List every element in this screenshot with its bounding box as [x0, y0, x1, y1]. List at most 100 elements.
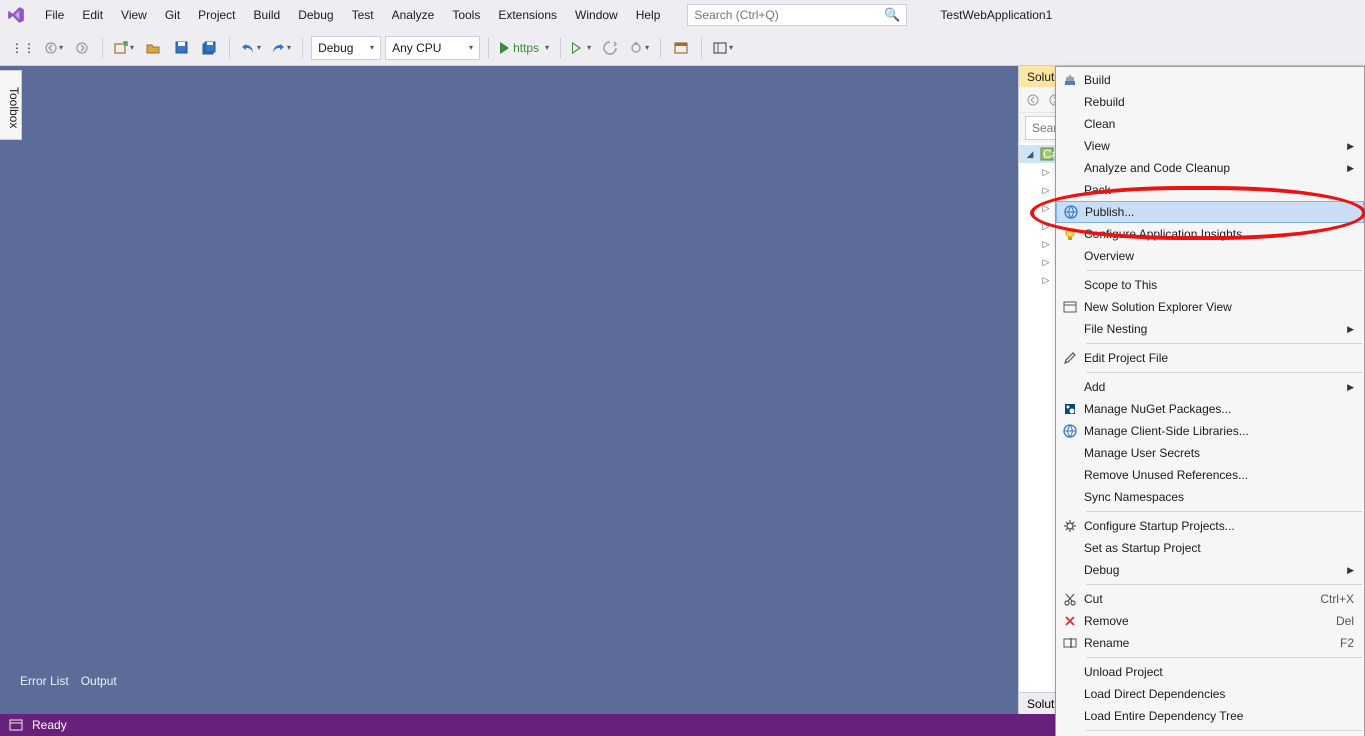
output-pane-icon[interactable]	[8, 717, 24, 733]
build-icon	[1056, 73, 1084, 87]
menu-analyze[interactable]: Analyze	[383, 0, 444, 30]
ctx-publish[interactable]: Publish...	[1056, 201, 1364, 223]
ctx-label: Add	[1084, 380, 1341, 394]
ctx-remove[interactable]: RemoveDel	[1056, 610, 1364, 632]
menu-git[interactable]: Git	[156, 0, 189, 30]
ctx-label: Scope to This	[1084, 278, 1354, 292]
nav-fwd-button[interactable]	[70, 36, 94, 60]
ctx-label: Build	[1084, 73, 1354, 87]
nav-back-icon[interactable]	[1025, 92, 1041, 108]
menu-debug[interactable]: Debug	[289, 0, 342, 30]
toolbox-pane-tab[interactable]: Toolbox	[0, 70, 22, 140]
solution-title-segment[interactable]: TestWebApplication1	[932, 4, 1060, 26]
ctx-label: Configure Startup Projects...	[1084, 519, 1354, 533]
ctx-load-entire-dependency-tree[interactable]: Load Entire Dependency Tree	[1056, 705, 1364, 727]
drag-handle-icon: ⋮⋮	[8, 36, 38, 60]
ctx-shortcut: Ctrl+X	[1320, 592, 1354, 606]
ctx-unload-project[interactable]: Unload Project	[1056, 661, 1364, 683]
ctx-add[interactable]: Add▶	[1056, 376, 1364, 398]
gear-icon	[1056, 519, 1084, 533]
ctx-edit-project-file[interactable]: Edit Project File	[1056, 347, 1364, 369]
start-without-debug-button[interactable]	[569, 36, 594, 60]
chevron-right-icon: ▶	[1347, 565, 1354, 576]
ctx-analyze-and-code-cleanup[interactable]: Analyze and Code Cleanup▶	[1056, 157, 1364, 179]
ctx-debug[interactable]: Debug▶	[1056, 559, 1364, 581]
ctx-pack[interactable]: Pack	[1056, 179, 1364, 201]
ctx-overview[interactable]: Overview	[1056, 245, 1364, 267]
ctx-label: Publish...	[1085, 205, 1353, 219]
menu-build[interactable]: Build	[245, 0, 290, 30]
menu-bar: FileEditViewGitProjectBuildDebugTestAnal…	[0, 0, 1365, 30]
hot-reload-button[interactable]	[598, 36, 622, 60]
ctx-sync-namespaces[interactable]: Sync Namespaces	[1056, 486, 1364, 508]
window-icon	[1056, 301, 1084, 313]
ctx-clean[interactable]: Clean	[1056, 113, 1364, 135]
ctx-new-solution-explorer-view[interactable]: New Solution Explorer View	[1056, 296, 1364, 318]
global-search-input[interactable]	[694, 8, 884, 22]
layout-button[interactable]	[710, 36, 736, 60]
ctx-label: Load Entire Dependency Tree	[1084, 709, 1354, 723]
ctx-label: Rename	[1084, 636, 1340, 650]
start-debug-button[interactable]: https▾	[497, 36, 552, 60]
save-all-button[interactable]	[197, 36, 221, 60]
ctx-set-as-startup-project[interactable]: Set as Startup Project	[1056, 537, 1364, 559]
ctx-label: File Nesting	[1084, 322, 1341, 336]
ctx-configure-application-insights[interactable]: Configure Application Insights	[1056, 223, 1364, 245]
new-project-button[interactable]	[111, 36, 137, 60]
menu-window[interactable]: Window	[566, 0, 627, 30]
ctx-label: Manage NuGet Packages...	[1084, 402, 1354, 416]
ctx-label: New Solution Explorer View	[1084, 300, 1354, 314]
save-button[interactable]	[169, 36, 193, 60]
ctx-remove-unused-references[interactable]: Remove Unused References...	[1056, 464, 1364, 486]
menu-project[interactable]: Project	[189, 0, 244, 30]
ctx-cut[interactable]: CutCtrl+X	[1056, 588, 1364, 610]
ctx-label: Remove	[1084, 614, 1336, 628]
browser-link-button[interactable]	[669, 36, 693, 60]
toolbar-separator	[488, 38, 489, 58]
global-search[interactable]: 🔍	[687, 4, 907, 26]
ctx-separator	[1086, 730, 1362, 731]
ctx-file-nesting[interactable]: File Nesting▶	[1056, 318, 1364, 340]
toolbar-separator	[102, 38, 103, 58]
open-button[interactable]	[141, 36, 165, 60]
ctx-label: Load Direct Dependencies	[1084, 687, 1354, 701]
cut-icon	[1056, 592, 1084, 606]
restart-button[interactable]	[626, 36, 652, 60]
redo-button[interactable]	[268, 36, 294, 60]
ctx-manage-nuget-packages[interactable]: Manage NuGet Packages...	[1056, 398, 1364, 420]
ctx-label: Configure Application Insights	[1084, 227, 1354, 241]
ctx-rename[interactable]: RenameF2	[1056, 632, 1364, 654]
ctx-label: Rebuild	[1084, 95, 1354, 109]
solution-config-combo[interactable]: Debug	[311, 36, 381, 60]
ctx-scope-to-this[interactable]: Scope to This	[1056, 274, 1364, 296]
menu-tools[interactable]: Tools	[443, 0, 489, 30]
nav-back-button[interactable]	[42, 36, 66, 60]
ctx-configure-startup-projects[interactable]: Configure Startup Projects...	[1056, 515, 1364, 537]
standard-toolbar: ⋮⋮ Debug Any CPU https▾	[0, 30, 1365, 66]
ctx-view[interactable]: View▶	[1056, 135, 1364, 157]
menu-test[interactable]: Test	[343, 0, 383, 30]
menu-view[interactable]: View	[112, 0, 156, 30]
ctx-label: Pack	[1084, 183, 1354, 197]
output-tab[interactable]: Output	[81, 674, 117, 694]
menu-help[interactable]: Help	[627, 0, 670, 30]
menu-file[interactable]: File	[36, 0, 73, 30]
ctx-rebuild[interactable]: Rebuild	[1056, 91, 1364, 113]
ctx-build[interactable]: Build	[1056, 69, 1364, 91]
menu-edit[interactable]: Edit	[73, 0, 112, 30]
rename-icon	[1056, 637, 1084, 649]
toolbar-separator	[302, 38, 303, 58]
solution-platform-combo[interactable]: Any CPU	[385, 36, 480, 60]
ctx-separator	[1086, 343, 1362, 344]
error-list-tab[interactable]: Error List	[20, 674, 69, 694]
ctx-separator	[1086, 372, 1362, 373]
globe-icon	[1057, 205, 1085, 219]
nuget-icon	[1056, 402, 1084, 416]
menu-extensions[interactable]: Extensions	[489, 0, 566, 30]
chevron-right-icon: ▶	[1347, 163, 1354, 174]
undo-button[interactable]	[238, 36, 264, 60]
ctx-load-direct-dependencies[interactable]: Load Direct Dependencies	[1056, 683, 1364, 705]
ctx-manage-user-secrets[interactable]: Manage User Secrets	[1056, 442, 1364, 464]
ctx-manage-client-side-libraries[interactable]: Manage Client-Side Libraries...	[1056, 420, 1364, 442]
platform-value: Any CPU	[392, 41, 441, 55]
